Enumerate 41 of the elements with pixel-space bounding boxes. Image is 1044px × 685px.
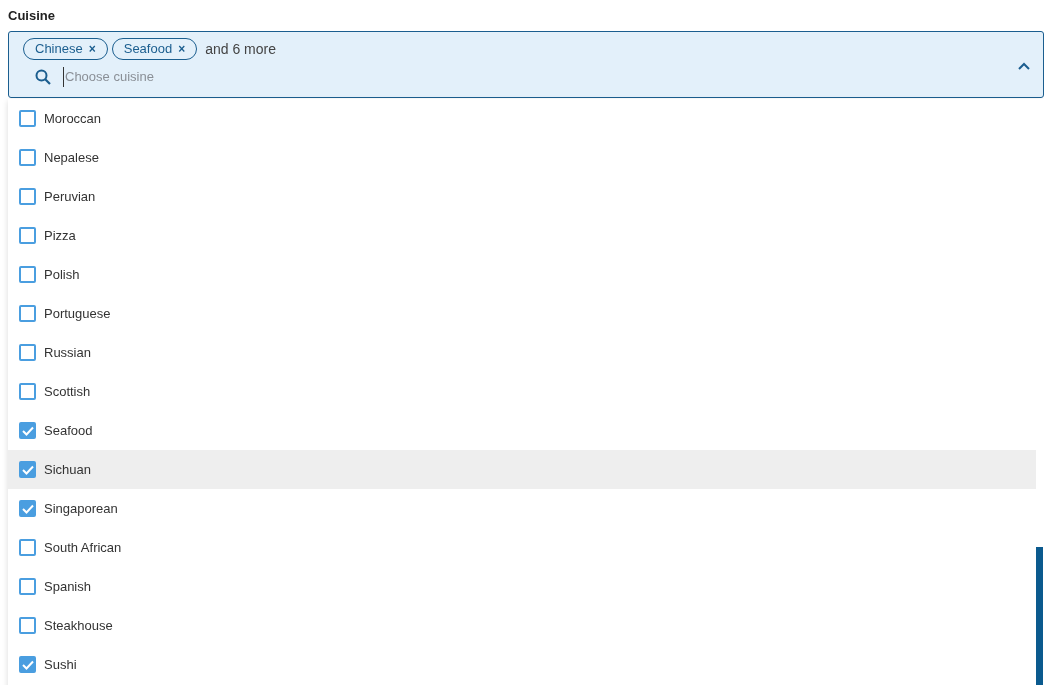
checkbox[interactable] [19, 344, 36, 361]
option-item[interactable]: Moroccan [8, 99, 1036, 138]
field-label: Cuisine [8, 7, 55, 25]
option-label: South African [44, 538, 122, 557]
search-icon [35, 69, 51, 85]
more-count: and 6 more [205, 39, 276, 59]
remove-icon[interactable]: × [88, 40, 96, 58]
checkbox[interactable] [19, 422, 36, 439]
checkbox[interactable] [19, 227, 36, 244]
option-item[interactable]: Sichuan [8, 450, 1036, 489]
checkbox[interactable] [19, 383, 36, 400]
checkbox[interactable] [19, 500, 36, 517]
option-label: Scottish [44, 382, 91, 401]
checkbox[interactable] [19, 110, 36, 127]
checkbox[interactable] [19, 266, 36, 283]
option-label: Seafood [44, 421, 93, 440]
checkbox[interactable] [19, 539, 36, 556]
checkbox[interactable] [19, 305, 36, 322]
option-label: Polish [44, 265, 80, 284]
option-label: Spanish [44, 577, 91, 596]
checkbox[interactable] [19, 656, 36, 673]
option-label: Moroccan [44, 109, 102, 128]
option-label: Steakhouse [44, 616, 113, 635]
option-label: Russian [44, 343, 91, 362]
scrollbar-thumb[interactable] [1036, 547, 1043, 685]
option-label: Portuguese [44, 304, 111, 323]
chevron-icon[interactable] [1018, 62, 1030, 70]
checkbox[interactable] [19, 188, 36, 205]
remove-icon[interactable]: × [178, 40, 186, 58]
option-label: Pizza [44, 226, 76, 245]
multiselect-field[interactable]: Chinese × Seafood × and 6 more Choose cuisine [8, 31, 1044, 98]
option-label: Nepalese [44, 148, 99, 167]
search-input[interactable]: Choose cuisine [63, 67, 663, 87]
option-label: Sushi [44, 655, 77, 674]
option-label: Singaporean [44, 499, 118, 518]
checkbox[interactable] [19, 617, 36, 634]
option-label: Peruvian [44, 187, 96, 206]
checkbox[interactable] [19, 578, 36, 595]
checkbox[interactable] [19, 149, 36, 166]
checkbox[interactable] [19, 461, 36, 478]
option-label: Sichuan [44, 460, 91, 479]
